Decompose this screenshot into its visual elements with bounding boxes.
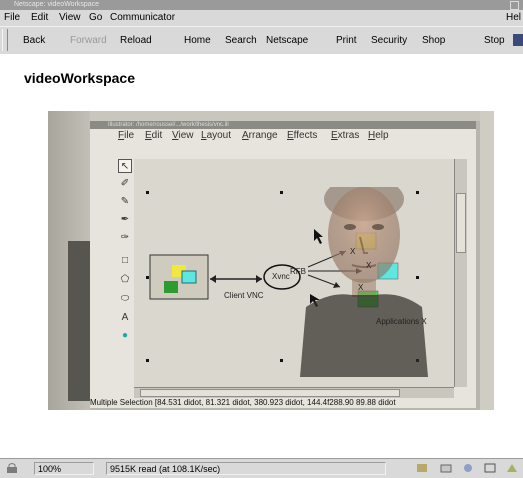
component-icon[interactable] [506,463,518,473]
color-tool-icon[interactable]: ● [118,329,132,343]
video-person [300,187,428,377]
forward-button[interactable]: Forward [70,35,107,46]
window-titlebar: Netscape: videoWorkspace [0,0,523,10]
window-control-icon[interactable] [510,1,519,10]
x-label-bottom: X [358,283,364,292]
eraser-tool-icon[interactable]: ✑ [118,231,132,245]
ill-menu-edit[interactable]: Edit [145,129,162,143]
pen-tool-icon[interactable]: ✐ [118,177,132,191]
x-label-top: X [350,247,356,256]
vertical-scroll-thumb[interactable] [456,193,466,253]
video-workspace-frame[interactable]: Illustrator: /home/roussel/.../work/thes… [48,111,494,410]
selection-handle [280,359,283,362]
ill-menu-file[interactable]: File [118,129,134,143]
horizontal-scroll-thumb[interactable] [140,389,400,397]
print-button[interactable]: Print [336,35,357,46]
menu-edit[interactable]: Edit [31,10,48,26]
tool-palette: ↖ ✐ ✎ ✒ ✑ □ ⬠ ⬭ A ● [118,159,132,341]
ill-menu-help[interactable]: Help [368,129,389,143]
pencil-tool-icon[interactable]: ✎ [118,195,132,209]
menu-view[interactable]: View [59,10,81,26]
menu-bar: File Edit View Go Communicator Hel [0,10,523,26]
polygon-tool-icon[interactable]: ⬠ [118,273,132,287]
window-title: Netscape: videoWorkspace [14,1,100,8]
status-bar: 100% 9515K read (at 108.1K/sec) [0,458,523,478]
page-content: videoWorkspace Illustrator: /home/rousse… [0,54,523,457]
page-title: videoWorkspace [24,70,136,86]
client-green-square [164,281,178,293]
ill-menu-view[interactable]: View [172,129,194,143]
toolbar-grip[interactable] [2,29,8,51]
illustrator-titlebar: Illustrator: /home/roussel/.../work/thes… [90,121,476,129]
home-button[interactable]: Home [184,35,211,46]
navigator-icon[interactable] [416,463,428,473]
netscape-button[interactable]: Netscape [266,35,308,46]
illustrator-window[interactable]: Illustrator: /home/roussel/.../work/thes… [90,121,476,408]
selection-handle [280,191,283,194]
ill-menu-arrange[interactable]: Arrange [242,129,278,143]
security-lock-icon[interactable] [6,463,18,473]
xvnc-label: Xvnc [272,272,290,281]
selection-handle [146,276,149,279]
security-button[interactable]: Security [371,35,407,46]
ill-menu-layout[interactable]: Layout [201,129,231,143]
selection-handle [146,359,149,362]
shop-button[interactable]: Shop [422,35,445,46]
ellipse-tool-icon[interactable]: ⬭ [118,292,132,306]
applications-label: Applications X [376,317,427,326]
rfb-label: RFB [290,267,306,276]
navigation-toolbar: Back Forward Reload Home Search Netscape… [0,26,523,55]
menu-go[interactable]: Go [89,10,102,26]
mail-icon[interactable] [440,463,452,473]
x-label-middle: X [366,261,372,270]
zoom-level: 100% [34,462,94,475]
composer-icon[interactable] [484,463,496,473]
ill-menu-effects[interactable]: Effects [287,129,317,143]
discussion-icon[interactable] [462,463,474,473]
menu-communicator[interactable]: Communicator [110,10,175,26]
client-cyan-square [181,270,197,284]
netscape-logo-icon [513,34,523,46]
video-background-right [480,111,494,410]
brush-tool-icon[interactable]: ✒ [118,213,132,227]
horizontal-scrollbar[interactable] [134,387,454,398]
status-text: 9515K read (at 108.1K/sec) [106,462,386,475]
zoom-text: 100% [38,464,62,474]
ill-menu-extras[interactable]: Extras [331,129,359,143]
illustrator-title: Illustrator: /home/roussel/.../work/thes… [108,122,229,128]
reload-button[interactable]: Reload [120,35,152,46]
menu-file[interactable]: File [4,10,20,26]
back-button[interactable]: Back [23,35,45,46]
illustrator-menu-bar: File Edit View Layout Arrange Effects Ex… [90,129,476,143]
selection-handle [146,191,149,194]
status-message: 9515K read (at 108.1K/sec) [110,464,221,474]
search-button[interactable]: Search [225,35,257,46]
rectangle-tool-icon[interactable]: □ [118,254,132,268]
video-background [48,111,494,121]
text-tool-icon[interactable]: A [118,311,132,325]
stop-button[interactable]: Stop [484,35,505,46]
vertical-scrollbar[interactable] [454,159,467,387]
menu-help[interactable]: Hel [506,10,521,26]
illustrator-status-line: Multiple Selection [84.531 didot, 81.321… [90,398,396,407]
client-vnc-label: Client VNC [224,291,264,300]
arrow-tool-icon[interactable]: ↖ [118,159,132,173]
